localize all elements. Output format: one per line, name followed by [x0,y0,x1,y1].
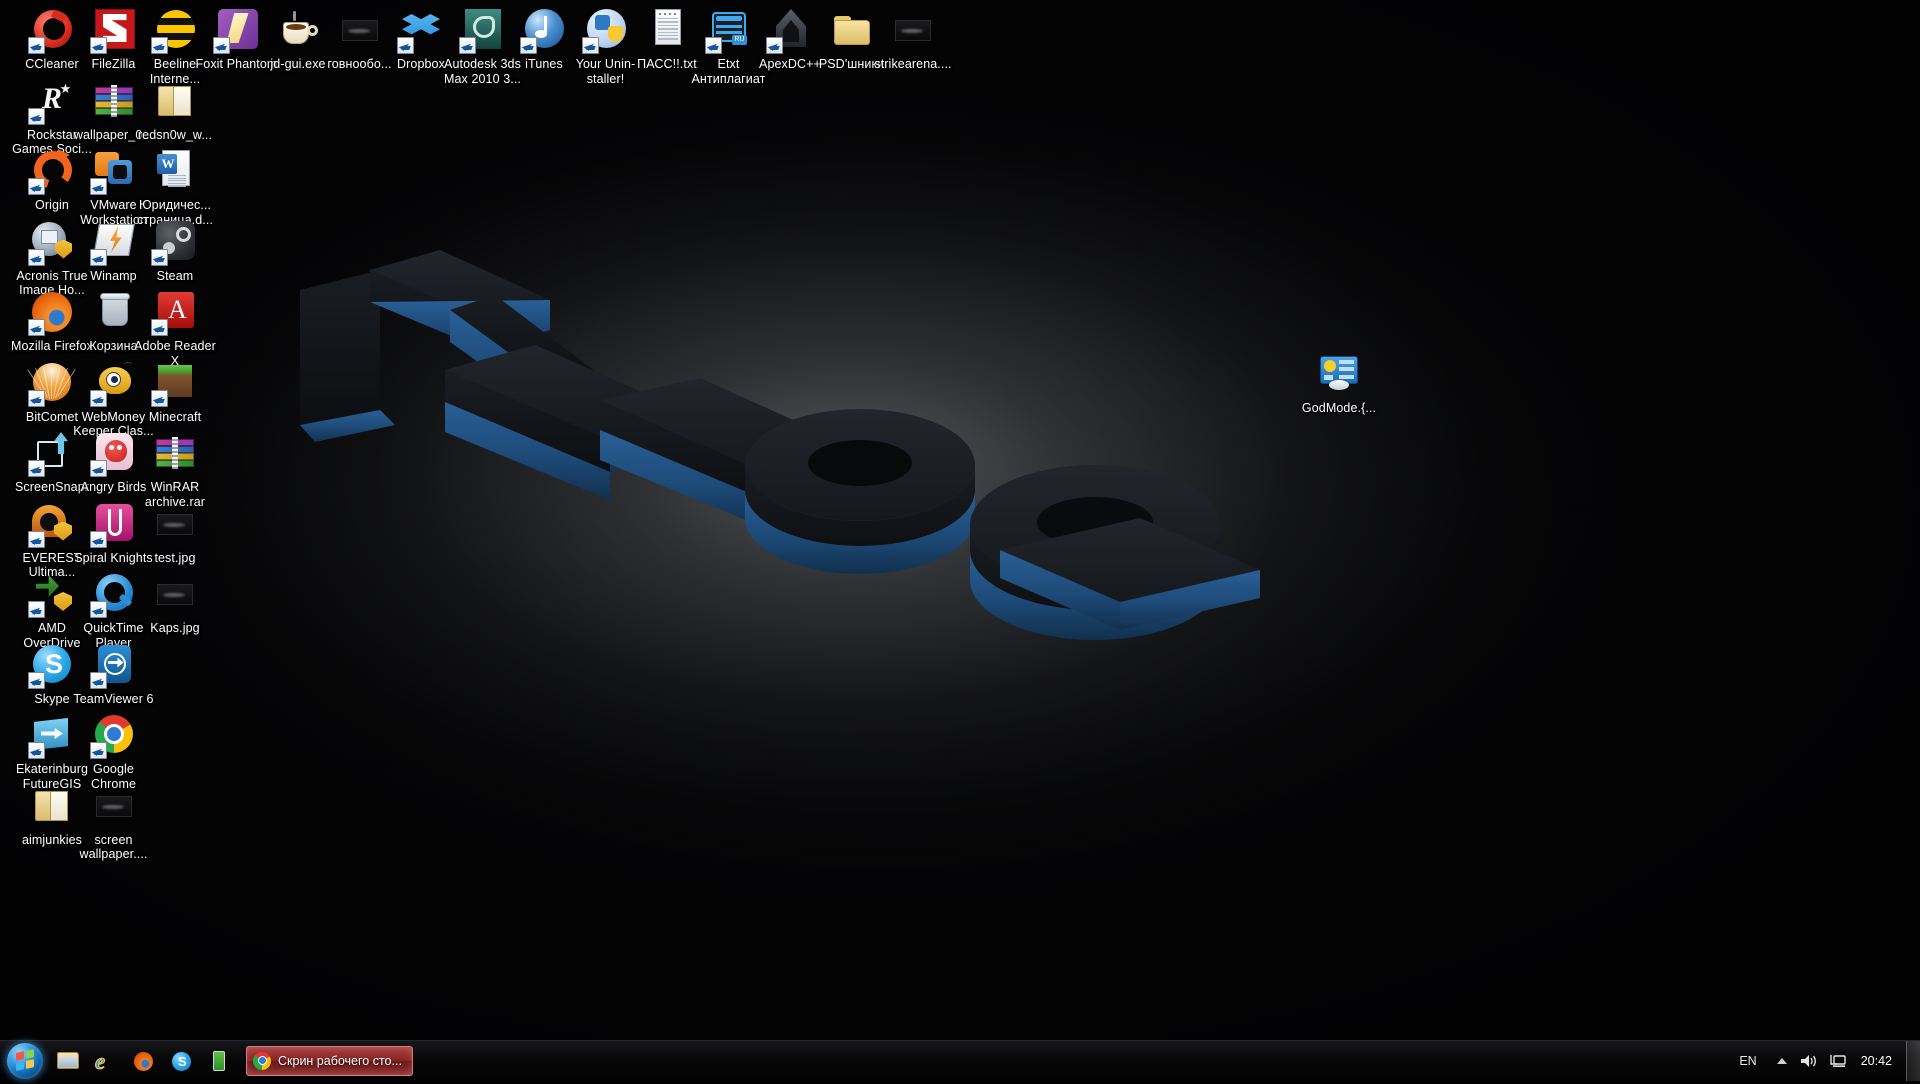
shortcut-overlay-icon [766,37,783,54]
system-tray[interactable]: EN 20:42 [1727,1041,1920,1081]
taskbar[interactable]: e S Скрин рабочего сто... EN [0,1040,1920,1080]
desktop-icon[interactable]: WinRAR archive.rar [131,429,219,509]
control-panel-icon [1315,350,1363,398]
taskbar-window-title: Скрин рабочего сто... [278,1054,402,1068]
minecraft-icon [151,359,199,407]
desktop-icon-label: Steam [131,269,219,284]
desktop-icon-godmode[interactable]: GodMode.{... [1295,350,1383,416]
desktop-icon-label: screen wallpaper.... [70,833,158,862]
shortcut-overlay-icon [28,249,45,266]
steam-icon [151,218,199,266]
clock[interactable]: 20:42 [1851,1054,1906,1068]
image-file-icon [151,500,199,548]
shortcut-overlay-icon [90,37,107,54]
shortcut-overlay-icon [582,37,599,54]
shortcut-overlay-icon [90,531,107,548]
winrar-archive-icon [151,429,199,477]
quicklaunch-skype[interactable]: S [162,1043,200,1079]
desktop-icon[interactable]: WЮридичес... страница.d... [131,147,219,227]
quicklaunch-device[interactable] [200,1043,238,1079]
show-desktop-button[interactable] [1906,1041,1920,1081]
show-hidden-icons-button[interactable] [1769,1041,1795,1081]
firefox-icon [134,1052,153,1071]
shortcut-overlay-icon [151,390,168,407]
taskbar-window-button[interactable]: Скрин рабочего сто... [246,1046,413,1076]
desktop-icon-label: redsn0w_w... [131,128,219,143]
desktop-icon[interactable]: redsn0w_w... [131,77,219,143]
explorer-folder-front [59,1057,77,1067]
desktop-icon[interactable]: Google Chrome [70,711,158,791]
quicklaunch-firefox[interactable] [124,1043,162,1079]
desktop-icon-label: Kaps.jpg [131,621,219,636]
folder-open-icon [151,77,199,125]
shortcut-overlay-icon [28,37,45,54]
shortcut-overlay-icon [28,601,45,618]
skype-letter: S [44,649,64,679]
shortcut-overlay-icon [397,37,414,54]
shortcut-overlay-icon [90,742,107,759]
wallpaper-wordmark-art [300,250,1550,650]
shortcut-overlay-icon [459,37,476,54]
desktop-icon[interactable]: strikearena.... [869,6,957,72]
language-indicator[interactable]: EN [1727,1054,1768,1068]
shortcut-overlay-icon [90,178,107,195]
shortcut-overlay-icon [28,742,45,759]
desktop-icon[interactable]: Steam [131,218,219,284]
shortcut-overlay-icon [28,108,45,125]
shortcut-overlay-icon [520,37,537,54]
quicklaunch-windows-explorer[interactable] [48,1043,86,1079]
word-w: W [160,157,176,171]
desktop-icon[interactable]: screen wallpaper.... [70,782,158,862]
chrome-icon [253,1052,271,1070]
network-icon[interactable] [1823,1041,1851,1081]
skype-letter: S [178,1054,187,1069]
shortcut-overlay-icon [28,178,45,195]
word-doc-icon: W [151,147,199,195]
shortcut-overlay-icon [28,319,45,336]
windows-logo-icon [7,1043,43,1079]
desktop-icon[interactable]: Minecraft [131,359,219,425]
desktop-icon-label: TeamViewer 6 [70,692,158,707]
desktop-icon[interactable]: Kaps.jpg [131,570,219,636]
desktop-icon-label: test.jpg [131,551,219,566]
shortcut-overlay-icon [90,672,107,689]
device-icon [213,1051,225,1071]
desktop-icon[interactable]: TeamViewer 6 [70,641,158,707]
shortcut-overlay-icon [151,37,168,54]
shortcut-overlay-icon [28,390,45,407]
shortcut-overlay-icon [90,601,107,618]
chrome-icon [90,711,138,759]
volume-icon[interactable] [1795,1041,1823,1081]
shortcut-overlay-icon [28,460,45,477]
shortcut-overlay-icon [28,672,45,689]
shortcut-overlay-icon [28,531,45,548]
image-file-icon [90,782,138,830]
etxt-ru-badge: RU [734,36,746,44]
shortcut-overlay-icon [90,390,107,407]
svg-text:e: e [95,1049,105,1074]
shortcut-overlay-icon [213,37,230,54]
shortcut-overlay-icon [151,249,168,266]
teamviewer-icon [90,641,138,689]
shortcut-overlay-icon [90,460,107,477]
desktop-icon-label: strikearena.... [869,57,957,72]
chevron-up-icon [1777,1058,1787,1064]
adobe-a: A [168,297,186,323]
desktop-icon-label: GodMode.{... [1295,401,1383,416]
start-button[interactable] [2,1042,48,1080]
desktop-icon[interactable]: AAdobe Reader X [131,288,219,368]
shortcut-overlay-icon [151,319,168,336]
desktop-icon[interactable]: test.jpg [131,500,219,566]
internet-explorer-icon: e [86,1043,124,1079]
desktop-icon-label: Minecraft [131,410,219,425]
shortcut-overlay-icon [705,37,722,54]
adobe-reader-icon: A [151,288,199,336]
image-file-icon [151,570,199,618]
desktop[interactable]: CCleanerFileZillaBeeline Interne...Foxit… [0,0,1920,1080]
image-file-icon [889,6,937,54]
quicklaunch-internet-explorer[interactable]: e [86,1043,124,1079]
shortcut-overlay-icon [90,249,107,266]
